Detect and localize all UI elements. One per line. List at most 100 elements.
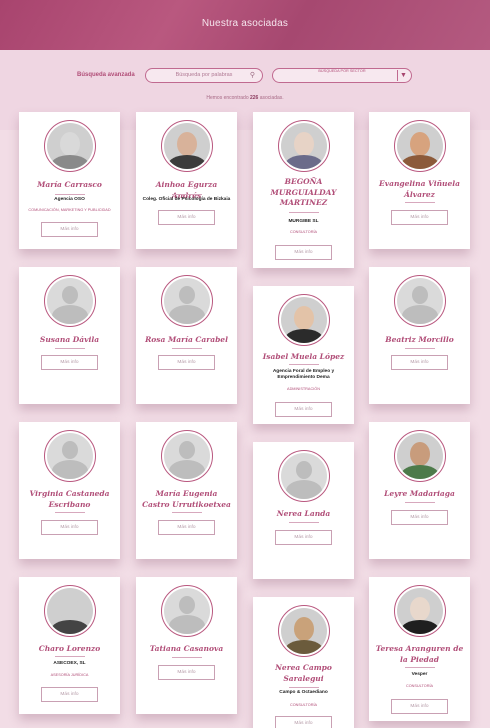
- keyword-search-input[interactable]: Búsqueda por palabras ⚲: [145, 68, 263, 83]
- divider: [288, 522, 319, 523]
- avatar: [277, 120, 330, 172]
- more-info-button[interactable]: Más info: [41, 687, 98, 702]
- divider: [171, 194, 202, 195]
- more-info-button[interactable]: Más info: [158, 210, 215, 225]
- member-name: Leyre Madariaga: [384, 489, 455, 498]
- more-info-button[interactable]: Más info: [391, 510, 448, 525]
- member-name: Rosa María Carabel: [145, 335, 228, 344]
- member-company: Agencia OSO: [54, 197, 85, 202]
- member-card: BEGOÑA MURGUIALDAY MARTINEZ MURGIBE SL C…: [253, 112, 354, 268]
- results-prefix: Hemos encontrado: [206, 95, 249, 101]
- member-name: Evangelina Viñuela Álvarez: [379, 179, 460, 199]
- results-number: 226: [250, 95, 259, 101]
- advanced-search-label: Búsqueda avanzada: [77, 72, 135, 78]
- member-name: María Eugenia Castro Urrutikoetxea: [142, 489, 231, 509]
- member-name: Susana Dávila: [39, 335, 100, 344]
- member-name: Nerea Campo Saralegui: [275, 663, 332, 683]
- member-card: Leyre Madariaga Más info: [369, 422, 470, 559]
- member-name: Beatriz Morcillo: [385, 335, 454, 344]
- divider: [54, 194, 85, 195]
- divider: [54, 348, 85, 349]
- avatar: [43, 275, 96, 327]
- divider: [54, 656, 85, 657]
- divider: [404, 348, 435, 349]
- more-info-button[interactable]: Más info: [158, 355, 215, 370]
- divider: [171, 657, 202, 658]
- keyword-search-placeholder: Búsqueda por palabras: [175, 72, 233, 78]
- member-name: María Carrasco: [37, 180, 102, 189]
- more-info-button[interactable]: Más info: [158, 665, 215, 680]
- more-info-button[interactable]: Más info: [41, 520, 98, 535]
- member-sector: ASESORÍA JURÍDICA: [50, 673, 89, 677]
- avatar: [160, 430, 213, 482]
- member-card: Evangelina Viñuela Álvarez Más info: [369, 112, 470, 249]
- member-company: ASECOEX, SL: [53, 661, 86, 666]
- chevron-down-icon[interactable]: ▼: [397, 70, 409, 81]
- member-card: Beatriz Morcillo Más info: [369, 267, 470, 404]
- avatar: [43, 585, 96, 637]
- avatar: [393, 585, 446, 637]
- member-sector: CONSULTORÍA: [289, 230, 318, 234]
- member-sector: CONSULTORÍA: [405, 684, 434, 688]
- avatar: [393, 120, 446, 172]
- more-info-button[interactable]: Más info: [275, 530, 332, 545]
- more-info-button[interactable]: Más info: [391, 355, 448, 370]
- results-count: Hemos encontrado 226 asociadas.: [0, 95, 490, 101]
- member-card: Teresa Aranguren de la Piedad Vesper CON…: [369, 577, 470, 721]
- avatar: [277, 294, 330, 346]
- more-info-button[interactable]: Más info: [391, 210, 448, 225]
- member-name: Nerea Landa: [276, 509, 331, 518]
- member-card: Rosa María Carabel Más info: [136, 267, 237, 404]
- member-card: María Eugenia Castro Urrutikoetxea Más i…: [136, 422, 237, 559]
- divider: [288, 212, 319, 213]
- member-name: Isabel Muela López: [262, 352, 345, 361]
- member-card: Nerea Campo Saralegui Campo & Octaediano…: [253, 597, 354, 728]
- avatar: [43, 120, 96, 172]
- more-info-button[interactable]: Más info: [275, 245, 332, 260]
- avatar: [277, 605, 330, 657]
- sector-select[interactable]: Búsqueda por sector ▼: [272, 68, 412, 83]
- more-info-button[interactable]: Más info: [41, 222, 98, 237]
- member-name: BEGOÑA MURGUIALDAY MARTINEZ: [270, 177, 337, 207]
- member-card: Tatiana Casanova Más info: [136, 577, 237, 714]
- member-company: Agencia Foral de Empleo y Emprendimiento…: [272, 369, 335, 380]
- member-card: Ainhoa Egurza Andrés Coleg. Oficial de P…: [136, 112, 237, 249]
- divider: [171, 512, 202, 513]
- more-info-button[interactable]: Más info: [275, 402, 332, 417]
- member-company: Vesper: [411, 672, 428, 677]
- divider: [404, 202, 435, 203]
- member-card: Nerea Landa Más info: [253, 442, 354, 579]
- divider: [404, 667, 435, 668]
- member-name: Charo Lorenzo: [38, 644, 101, 653]
- member-company: Coleg. Oficial de Psicología de Bizkaia: [142, 197, 231, 202]
- hero-banner: Nuestra asociadas: [0, 0, 490, 50]
- avatar: [393, 430, 446, 482]
- search-icon[interactable]: ⚲: [250, 69, 255, 82]
- avatar: [43, 430, 96, 482]
- results-suffix: asociadas.: [259, 95, 284, 101]
- divider: [54, 512, 85, 513]
- member-name: Virginia Castaneda Escribano: [29, 489, 110, 509]
- sector-select-placeholder: Búsqueda por sector: [318, 69, 366, 73]
- more-info-button[interactable]: Más info: [158, 520, 215, 535]
- avatar: [393, 275, 446, 327]
- member-sector: CONSULTORÍA: [289, 703, 318, 707]
- divider: [171, 348, 202, 349]
- member-card: Virginia Castaneda Escribano Más info: [19, 422, 120, 559]
- more-info-button[interactable]: Más info: [275, 716, 332, 728]
- divider: [404, 502, 435, 503]
- member-card: Isabel Muela López Agencia Foral de Empl…: [253, 286, 354, 424]
- member-card: María Carrasco Agencia OSO COMUNICACIÓN,…: [19, 112, 120, 249]
- member-sector: ADMINISTRACIÓN: [287, 387, 320, 391]
- more-info-button[interactable]: Más info: [41, 355, 98, 370]
- avatar: [160, 275, 213, 327]
- divider: [288, 687, 319, 688]
- member-name: Teresa Aranguren de la Piedad: [375, 644, 464, 664]
- member-card: Charo Lorenzo ASECOEX, SL ASESORÍA JURÍD…: [19, 577, 120, 714]
- member-name: Tatiana Casanova: [149, 644, 224, 653]
- member-company: Campo & Octaediano: [279, 690, 328, 695]
- page-title: Nuestra asociadas: [201, 18, 289, 29]
- member-company: MURGIBE SL: [288, 219, 319, 224]
- member-sector: COMUNICACIÓN, MARKETING Y PUBLICIDAD: [28, 208, 111, 212]
- more-info-button[interactable]: Más info: [391, 699, 448, 714]
